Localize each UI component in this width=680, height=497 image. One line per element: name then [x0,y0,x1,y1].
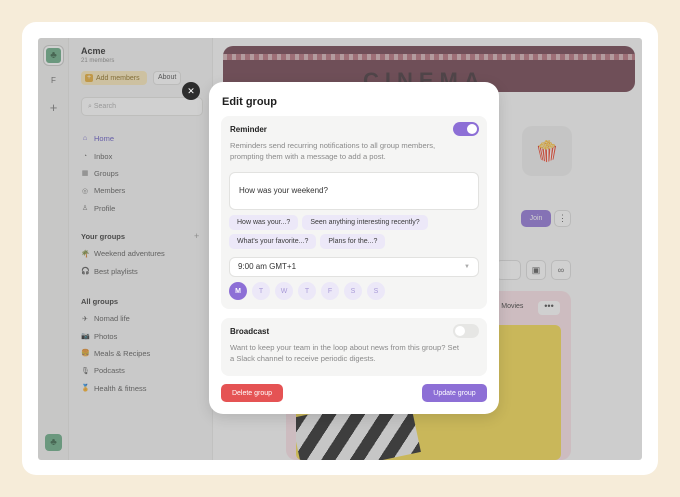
day-saturday[interactable]: S [344,282,362,300]
broadcast-panel: Broadcast Want to keep your team in the … [221,318,487,376]
toggle-knob [455,326,465,336]
suggestion-chip[interactable]: Seen anything interesting recently? [302,215,428,230]
day-sunday[interactable]: S [367,282,385,300]
day-wednesday[interactable]: W [275,282,293,300]
suggestion-chips: How was your...? Seen anything interesti… [229,215,481,249]
broadcast-title: Broadcast [230,327,270,336]
reminder-message-input[interactable]: How was your weekend? [229,172,479,210]
day-tuesday[interactable]: T [252,282,270,300]
chevron-down-icon: ▼ [464,264,470,270]
suggestion-chip[interactable]: How was your...? [229,215,299,230]
reminder-toggle[interactable] [453,122,479,136]
day-picker: M T W T F S S [229,282,385,300]
close-icon[interactable]: ✕ [182,82,200,100]
time-select[interactable]: 9:00 am GMT+1 ▼ [229,257,479,277]
update-group-button[interactable]: Update group [422,384,487,402]
modal-title: Edit group [222,96,277,108]
broadcast-toggle[interactable] [453,324,479,338]
reminder-description: Reminders send recurring notifications t… [230,141,436,161]
reminder-title: Reminder [230,125,267,134]
edit-group-modal: Edit group Reminder Reminders send recur… [209,82,499,414]
suggestion-chip[interactable]: Plans for the...? [320,234,386,249]
delete-group-button[interactable]: Delete group [221,384,283,402]
day-thursday[interactable]: T [298,282,316,300]
suggestion-chip[interactable]: What's your favorite...? [229,234,317,249]
time-value: 9:00 am GMT+1 [238,262,297,271]
day-monday[interactable]: M [229,282,247,300]
toggle-knob [467,124,477,134]
reminder-panel: Reminder Reminders send recurring notifi… [221,116,487,309]
broadcast-description: Want to keep your team in the loop about… [230,343,459,363]
day-friday[interactable]: F [321,282,339,300]
